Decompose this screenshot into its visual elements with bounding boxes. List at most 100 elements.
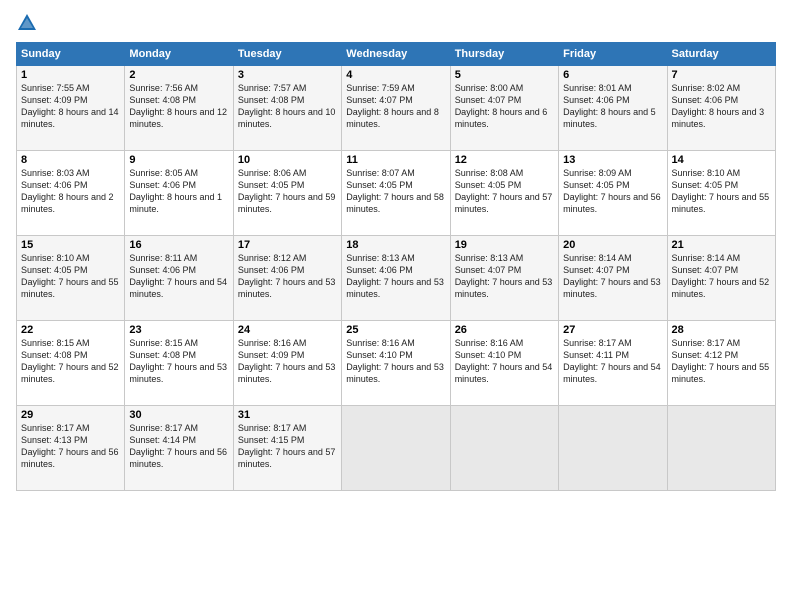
daylight-label: Daylight: 8 hours and 12 minutes. [129, 107, 227, 129]
day-number: 28 [672, 324, 771, 336]
day-cell: 6 Sunrise: 8:01 AM Sunset: 4:06 PM Dayli… [559, 66, 667, 151]
day-info: Sunrise: 8:17 AM Sunset: 4:12 PM Dayligh… [672, 337, 771, 386]
day-info: Sunrise: 8:15 AM Sunset: 4:08 PM Dayligh… [21, 337, 120, 386]
daylight-label: Daylight: 8 hours and 14 minutes. [21, 107, 119, 129]
sunrise-label: Sunrise: 7:55 AM [21, 83, 90, 93]
day-info: Sunrise: 8:10 AM Sunset: 4:05 PM Dayligh… [672, 167, 771, 216]
sunset-label: Sunset: 4:06 PM [129, 180, 196, 190]
sunset-label: Sunset: 4:15 PM [238, 435, 305, 445]
daylight-label: Daylight: 7 hours and 59 minutes. [238, 192, 336, 214]
column-header-thursday: Thursday [450, 43, 558, 66]
day-info: Sunrise: 8:00 AM Sunset: 4:07 PM Dayligh… [455, 82, 554, 131]
day-cell [667, 406, 775, 491]
sunset-label: Sunset: 4:05 PM [672, 180, 739, 190]
sunrise-label: Sunrise: 7:57 AM [238, 83, 307, 93]
day-info: Sunrise: 8:10 AM Sunset: 4:05 PM Dayligh… [21, 252, 120, 301]
day-number: 19 [455, 239, 554, 251]
day-cell: 30 Sunrise: 8:17 AM Sunset: 4:14 PM Dayl… [125, 406, 233, 491]
sunset-label: Sunset: 4:11 PM [563, 350, 629, 360]
day-number: 11 [346, 154, 445, 166]
day-info: Sunrise: 8:11 AM Sunset: 4:06 PM Dayligh… [129, 252, 228, 301]
sunset-label: Sunset: 4:09 PM [21, 95, 88, 105]
day-info: Sunrise: 7:55 AM Sunset: 4:09 PM Dayligh… [21, 82, 120, 131]
sunset-label: Sunset: 4:07 PM [346, 95, 413, 105]
day-number: 3 [238, 69, 337, 81]
daylight-label: Daylight: 7 hours and 54 minutes. [563, 362, 661, 384]
daylight-label: Daylight: 7 hours and 57 minutes. [238, 447, 336, 469]
day-cell: 23 Sunrise: 8:15 AM Sunset: 4:08 PM Dayl… [125, 321, 233, 406]
daylight-label: Daylight: 7 hours and 53 minutes. [346, 277, 444, 299]
sunset-label: Sunset: 4:05 PM [21, 265, 88, 275]
sunrise-label: Sunrise: 8:11 AM [129, 253, 197, 263]
day-info: Sunrise: 8:15 AM Sunset: 4:08 PM Dayligh… [129, 337, 228, 386]
sunrise-label: Sunrise: 8:13 AM [455, 253, 524, 263]
daylight-label: Daylight: 8 hours and 6 minutes. [455, 107, 548, 129]
sunset-label: Sunset: 4:05 PM [455, 180, 522, 190]
daylight-label: Daylight: 8 hours and 2 minutes. [21, 192, 114, 214]
day-number: 12 [455, 154, 554, 166]
sunset-label: Sunset: 4:08 PM [129, 95, 196, 105]
sunset-label: Sunset: 4:06 PM [238, 265, 305, 275]
week-row-2: 8 Sunrise: 8:03 AM Sunset: 4:06 PM Dayli… [17, 151, 776, 236]
day-cell: 28 Sunrise: 8:17 AM Sunset: 4:12 PM Dayl… [667, 321, 775, 406]
day-info: Sunrise: 8:14 AM Sunset: 4:07 PM Dayligh… [672, 252, 771, 301]
day-number: 9 [129, 154, 228, 166]
day-cell: 8 Sunrise: 8:03 AM Sunset: 4:06 PM Dayli… [17, 151, 125, 236]
day-info: Sunrise: 8:09 AM Sunset: 4:05 PM Dayligh… [563, 167, 662, 216]
day-number: 10 [238, 154, 337, 166]
day-cell: 14 Sunrise: 8:10 AM Sunset: 4:05 PM Dayl… [667, 151, 775, 236]
page: SundayMondayTuesdayWednesdayThursdayFrid… [0, 0, 792, 612]
daylight-label: Daylight: 7 hours and 58 minutes. [346, 192, 444, 214]
sunrise-label: Sunrise: 7:56 AM [129, 83, 198, 93]
sunrise-label: Sunrise: 8:09 AM [563, 168, 632, 178]
day-info: Sunrise: 7:57 AM Sunset: 4:08 PM Dayligh… [238, 82, 337, 131]
logo [16, 12, 42, 34]
sunset-label: Sunset: 4:12 PM [672, 350, 739, 360]
day-cell: 1 Sunrise: 7:55 AM Sunset: 4:09 PM Dayli… [17, 66, 125, 151]
sunset-label: Sunset: 4:06 PM [672, 95, 739, 105]
day-info: Sunrise: 8:07 AM Sunset: 4:05 PM Dayligh… [346, 167, 445, 216]
day-cell: 26 Sunrise: 8:16 AM Sunset: 4:10 PM Dayl… [450, 321, 558, 406]
daylight-label: Daylight: 7 hours and 53 minutes. [238, 277, 336, 299]
sunset-label: Sunset: 4:08 PM [21, 350, 88, 360]
column-header-tuesday: Tuesday [233, 43, 341, 66]
daylight-label: Daylight: 7 hours and 55 minutes. [672, 192, 770, 214]
sunrise-label: Sunrise: 7:59 AM [346, 83, 415, 93]
sunset-label: Sunset: 4:07 PM [672, 265, 739, 275]
day-number: 14 [672, 154, 771, 166]
day-cell: 7 Sunrise: 8:02 AM Sunset: 4:06 PM Dayli… [667, 66, 775, 151]
sunset-label: Sunset: 4:08 PM [129, 350, 196, 360]
day-info: Sunrise: 8:12 AM Sunset: 4:06 PM Dayligh… [238, 252, 337, 301]
daylight-label: Daylight: 7 hours and 54 minutes. [455, 362, 553, 384]
daylight-label: Daylight: 7 hours and 56 minutes. [563, 192, 661, 214]
daylight-label: Daylight: 7 hours and 55 minutes. [672, 362, 770, 384]
day-info: Sunrise: 8:16 AM Sunset: 4:10 PM Dayligh… [346, 337, 445, 386]
daylight-label: Daylight: 7 hours and 53 minutes. [238, 362, 336, 384]
sunset-label: Sunset: 4:10 PM [455, 350, 522, 360]
sunrise-label: Sunrise: 8:17 AM [129, 423, 198, 433]
day-cell [450, 406, 558, 491]
daylight-label: Daylight: 8 hours and 3 minutes. [672, 107, 765, 129]
sunrise-label: Sunrise: 8:13 AM [346, 253, 415, 263]
sunset-label: Sunset: 4:08 PM [238, 95, 305, 105]
sunset-label: Sunset: 4:06 PM [346, 265, 413, 275]
week-row-5: 29 Sunrise: 8:17 AM Sunset: 4:13 PM Dayl… [17, 406, 776, 491]
day-info: Sunrise: 8:17 AM Sunset: 4:14 PM Dayligh… [129, 422, 228, 471]
day-cell: 19 Sunrise: 8:13 AM Sunset: 4:07 PM Dayl… [450, 236, 558, 321]
day-cell: 11 Sunrise: 8:07 AM Sunset: 4:05 PM Dayl… [342, 151, 450, 236]
sunset-label: Sunset: 4:05 PM [238, 180, 305, 190]
daylight-label: Daylight: 7 hours and 52 minutes. [21, 362, 119, 384]
sunrise-label: Sunrise: 8:03 AM [21, 168, 90, 178]
sunset-label: Sunset: 4:09 PM [238, 350, 305, 360]
day-info: Sunrise: 8:05 AM Sunset: 4:06 PM Dayligh… [129, 167, 228, 216]
sunset-label: Sunset: 4:13 PM [21, 435, 88, 445]
day-number: 21 [672, 239, 771, 251]
sunset-label: Sunset: 4:06 PM [21, 180, 88, 190]
sunrise-label: Sunrise: 8:16 AM [238, 338, 307, 348]
day-cell: 15 Sunrise: 8:10 AM Sunset: 4:05 PM Dayl… [17, 236, 125, 321]
column-header-sunday: Sunday [17, 43, 125, 66]
day-cell: 4 Sunrise: 7:59 AM Sunset: 4:07 PM Dayli… [342, 66, 450, 151]
daylight-label: Daylight: 8 hours and 5 minutes. [563, 107, 656, 129]
sunrise-label: Sunrise: 8:14 AM [672, 253, 741, 263]
day-cell: 5 Sunrise: 8:00 AM Sunset: 4:07 PM Dayli… [450, 66, 558, 151]
